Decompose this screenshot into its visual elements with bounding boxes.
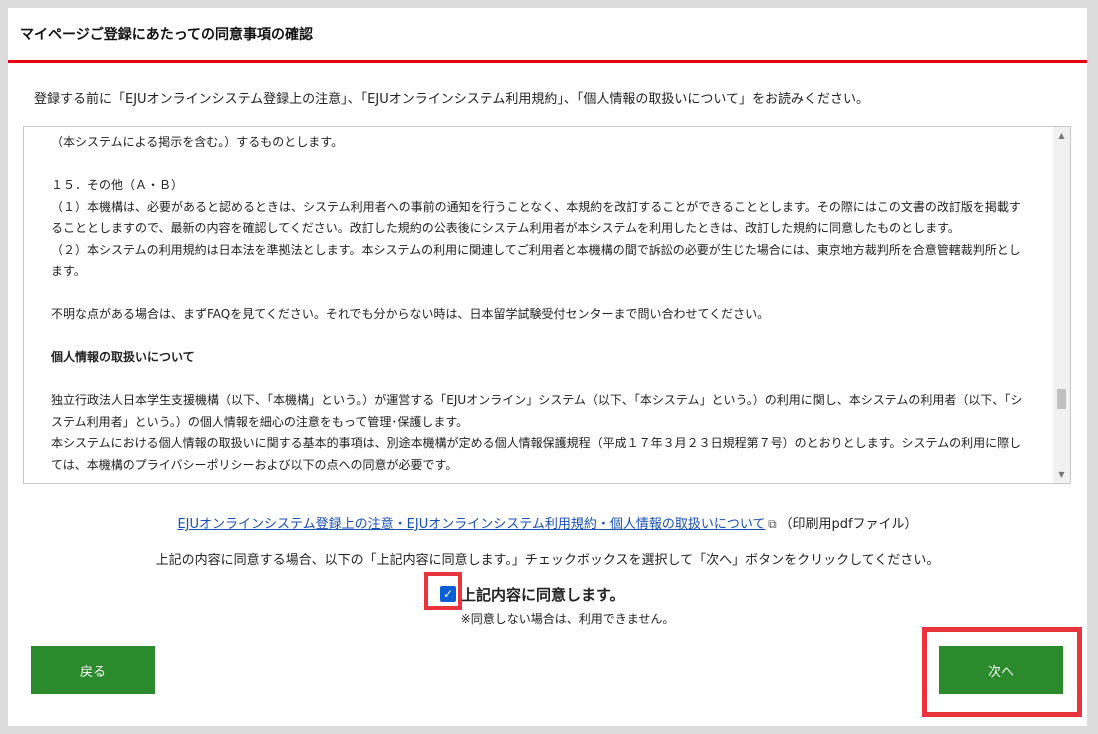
terms-line: （１）本機構は、必要があると認めるときは、システム利用者への事前の通知を行うこと… (51, 199, 1021, 236)
terms-spacer (51, 369, 1029, 391)
terms-line: （本システムによる掲示を含む。）するものとします。 (51, 135, 344, 149)
agree-row[interactable]: ✓ 上記内容に同意します。 (440, 582, 625, 606)
terms-line: １５．その他（Ａ・Ｂ） (51, 178, 184, 192)
terms-content: （本システムによる掲示を含む。）するものとします。 １５．その他（Ａ・Ｂ） （１… (51, 132, 1029, 476)
checkbox-highlight (424, 572, 462, 610)
consent-panel: マイページご登録にあたっての同意事項の確認 登録する前に「EJUオンラインシステ… (8, 8, 1087, 726)
back-button[interactable]: 戻る (31, 646, 155, 694)
terms-line: 本システムにおける個人情報の取扱いに関する基本的事項は、別途本機構が定める個人情… (51, 436, 1022, 472)
agree-note: ※同意しない場合は、利用できません。 (460, 612, 675, 626)
pdf-note: （印刷用pdfファイル） (779, 517, 918, 532)
instruction-text: 上記の内容に同意する場合、以下の「上記内容に同意します。」チェックボックスを選択… (155, 553, 940, 568)
terms-spacer (51, 154, 1029, 176)
terms-line: 独立行政法人日本学生支援機構（以下、「本機構」という。）が運営する「EJUオンラ… (51, 393, 1023, 429)
scroll-thumb[interactable] (1057, 389, 1066, 409)
external-link-icon: ⧉ (768, 517, 777, 531)
agree-label[interactable]: 上記内容に同意します。 (461, 584, 625, 605)
terms-scroll-box[interactable]: （本システムによる掲示を含む。）するものとします。 １５．その他（Ａ・Ｂ） （１… (23, 126, 1071, 484)
terms-spacer (51, 326, 1029, 348)
terms-line: 不明な点がある場合は、まずFAQを見てください。それでも分からない時は、日本留学… (51, 307, 770, 321)
page-title: マイページご登録にあたっての同意事項の確認 (8, 8, 1087, 63)
pdf-link-row: EJUオンラインシステム登録上の注意・EJUオンラインシステム利用規約・個人情報… (8, 513, 1087, 532)
intro-text: 登録する前に「EJUオンラインシステム登録上の注意」、「EJUオンラインシステム… (34, 92, 869, 107)
next-button-highlight (922, 627, 1082, 717)
pdf-link[interactable]: EJUオンラインシステム登録上の注意・EJUオンラインシステム利用規約・個人情報… (177, 517, 765, 532)
terms-spacer (51, 283, 1029, 305)
scroll-up-icon[interactable]: ▲ (1053, 127, 1070, 144)
scroll-down-icon[interactable]: ▼ (1053, 466, 1070, 483)
terms-scrollbar[interactable]: ▲ ▼ (1053, 127, 1070, 483)
privacy-heading: 個人情報の取扱いについて (51, 350, 195, 364)
terms-line: （２）本システムの利用規約は日本法を準拠法とします。本システムの利用に関連してご… (51, 242, 1021, 279)
